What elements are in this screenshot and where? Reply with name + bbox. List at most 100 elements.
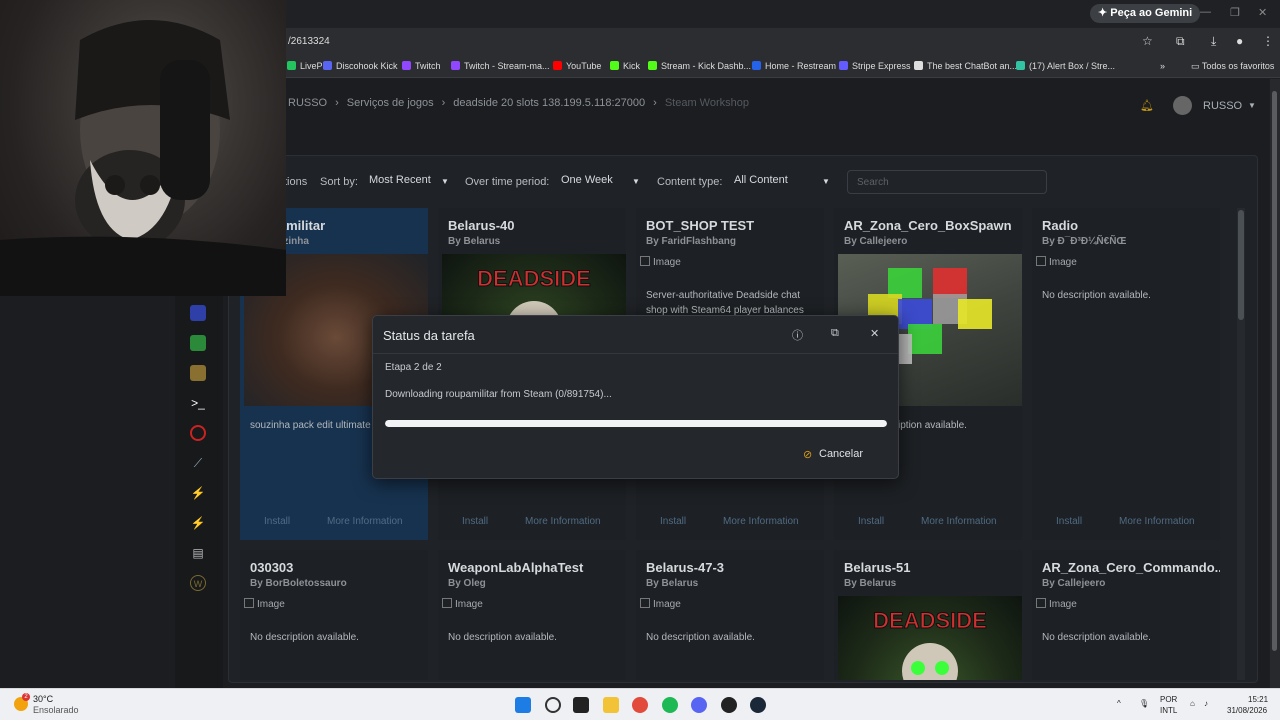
install-button[interactable]: Install: [462, 516, 488, 527]
more-info-button[interactable]: More Information: [327, 516, 403, 527]
breadcrumb-item[interactable]: Serviços de jogos: [347, 97, 434, 109]
bookmarks-overflow-icon[interactable]: »: [1160, 61, 1165, 71]
extensions-icon[interactable]: ⧉: [1176, 34, 1185, 49]
bookmark-item[interactable]: The best ChatBot an...: [914, 61, 1017, 71]
lang-bottom[interactable]: INTL: [1160, 706, 1177, 715]
url-text[interactable]: /2613324: [288, 36, 330, 47]
steam-icon[interactable]: [750, 697, 766, 713]
weather-desc[interactable]: Ensolarado: [33, 705, 79, 715]
install-button[interactable]: Install: [858, 516, 884, 527]
all-favorites-label: Todos os favoritos: [1201, 61, 1275, 71]
all-favorites[interactable]: ▭ Todos os favoritos: [1191, 61, 1274, 72]
nav-stats-icon[interactable]: ⟋: [190, 455, 206, 471]
info-icon[interactable]: ⓘ: [792, 327, 803, 343]
bookmark-item[interactable]: Twitch: [402, 61, 441, 71]
period-select[interactable]: One Week: [561, 174, 613, 186]
breadcrumb-item[interactable]: Steam Workshop: [665, 97, 749, 109]
chrome-icon[interactable]: [632, 697, 648, 713]
breadcrumb-item[interactable]: deadside 20 slots 138.199.5.118:27000: [453, 97, 645, 109]
grid-scrollbar[interactable]: [1237, 208, 1245, 680]
workshop-card[interactable]: Belarus-47-3 By Belarus Image No descriptio…: [636, 550, 824, 680]
install-button[interactable]: Install: [264, 516, 290, 527]
obs-icon[interactable]: [721, 697, 737, 713]
grid-scrollbar-thumb[interactable]: [1238, 210, 1244, 320]
external-link-icon[interactable]: ⧉: [831, 327, 839, 340]
file-explorer-icon[interactable]: [603, 697, 619, 713]
more-info-button[interactable]: More Information: [1119, 516, 1195, 527]
nav-files-icon[interactable]: [190, 365, 206, 381]
taskbar-search-icon[interactable]: [545, 697, 561, 713]
tray-chevron-icon[interactable]: ^: [1117, 699, 1121, 708]
content-chevron-icon[interactable]: ▼: [822, 177, 830, 186]
install-button[interactable]: Install: [660, 516, 686, 527]
profile-icon[interactable]: ●: [1236, 34, 1243, 48]
card-title: WeaponLabAlphaTest: [448, 560, 584, 575]
nav-workshop-icon[interactable]: W: [190, 575, 206, 591]
nav-stop-icon[interactable]: [190, 425, 206, 441]
download-icon[interactable]: ⤓: [1211, 34, 1216, 49]
breadcrumb-item[interactable]: RUSSO: [288, 97, 327, 109]
maximize-icon[interactable]: ❐: [1230, 6, 1240, 19]
gemini-button[interactable]: ✦ Peça ao Gemini: [1090, 4, 1201, 23]
page-scrollbar-thumb[interactable]: [1272, 91, 1277, 651]
cancel-label: Cancelar: [819, 448, 864, 460]
mic-icon[interactable]: 🎙︎: [1139, 699, 1149, 708]
minimize-icon[interactable]: —: [1200, 6, 1211, 18]
nav-dashboard-icon[interactable]: [190, 305, 206, 321]
network-icon[interactable]: ⌂: [1190, 699, 1195, 708]
breadcrumb-separator: ›: [653, 97, 657, 109]
bookmark-item[interactable]: Stripe Express: [839, 61, 911, 71]
workshop-card[interactable]: 030303 By BorBoletossauro Image No descript…: [240, 550, 428, 680]
workshop-card[interactable]: Radio By Ð¯Ð³Ð¼Ñ€ÑŒ Image No description av…: [1032, 208, 1220, 540]
cancel-button[interactable]: ⊘ Cancelar: [803, 448, 864, 461]
nav-backup-icon[interactable]: ▤: [190, 545, 206, 561]
workshop-card[interactable]: Belarus-51 By Belarus DEADSIDE: [834, 550, 1022, 680]
breadcrumb: RUSSO › Serviços de jogos › deadside 20 slot…: [288, 97, 757, 109]
bookmark-item[interactable]: Kick: [610, 61, 640, 71]
page-scrollbar[interactable]: [1270, 79, 1280, 688]
bell-icon[interactable]: 🔔︎: [1140, 99, 1154, 112]
nav-mods-icon[interactable]: ⚡: [190, 515, 206, 531]
card-actions: Install More Information: [636, 516, 824, 536]
clock-time[interactable]: 15:21: [1248, 695, 1268, 704]
more-info-button[interactable]: More Information: [525, 516, 601, 527]
menu-icon[interactable]: ⋮: [1262, 34, 1274, 48]
volume-icon[interactable]: ♪: [1204, 699, 1208, 708]
more-info-button[interactable]: More Information: [723, 516, 799, 527]
weather-temp[interactable]: 30°C: [33, 694, 53, 704]
bookmark-item[interactable]: YouTube: [553, 61, 601, 71]
workshop-card[interactable]: AR_Zona_Cero_Commando... By Callejeero Ima…: [1032, 550, 1220, 680]
bookmark-item[interactable]: Stream - Kick Dashb...: [648, 61, 751, 71]
star-icon[interactable]: ☆: [1142, 34, 1153, 48]
avatar[interactable]: [1173, 96, 1192, 115]
close-window-icon[interactable]: ✕: [1258, 6, 1267, 19]
chevron-down-icon[interactable]: ▼: [1248, 101, 1256, 110]
lang-top[interactable]: POR: [1160, 695, 1177, 704]
nav-settings-icon[interactable]: [190, 335, 206, 351]
bookmark-item[interactable]: Twitch - Stream-ma...: [451, 61, 550, 71]
install-button[interactable]: Install: [1056, 516, 1082, 527]
deadside-thumbnail[interactable]: DEADSIDE: [838, 596, 1022, 680]
spotify-icon[interactable]: [662, 697, 678, 713]
close-icon[interactable]: ✕: [870, 327, 879, 340]
discord-icon[interactable]: [691, 697, 707, 713]
sort-select[interactable]: Most Recent: [369, 174, 431, 186]
username[interactable]: RUSSO: [1203, 100, 1242, 112]
bookmark-item[interactable]: Home - Restream: [752, 61, 836, 71]
options-label[interactable]: tions: [284, 176, 307, 188]
task-view-icon[interactable]: [573, 697, 589, 713]
content-type-select[interactable]: All Content: [734, 174, 788, 186]
bookmark-label: Twitch - Stream-ma...: [464, 61, 550, 71]
start-icon[interactable]: [515, 697, 531, 713]
search-input[interactable]: [847, 170, 1047, 194]
nav-plugins-icon[interactable]: ⚡: [190, 485, 206, 501]
bookmark-item[interactable]: Discohook Kick: [323, 61, 398, 71]
clock-date[interactable]: 31/08/2026: [1227, 706, 1267, 715]
more-info-button[interactable]: More Information: [921, 516, 997, 527]
nav-console-icon[interactable]: >_: [190, 395, 206, 411]
workshop-card[interactable]: WeaponLabAlphaTest By Oleg Image No descrip…: [438, 550, 626, 680]
sort-chevron-icon[interactable]: ▼: [441, 177, 449, 186]
card-author: By BorBoletossauro: [250, 578, 347, 589]
bookmark-item[interactable]: (17) Alert Box / Stre...: [1016, 61, 1115, 71]
period-chevron-icon[interactable]: ▼: [632, 177, 640, 186]
